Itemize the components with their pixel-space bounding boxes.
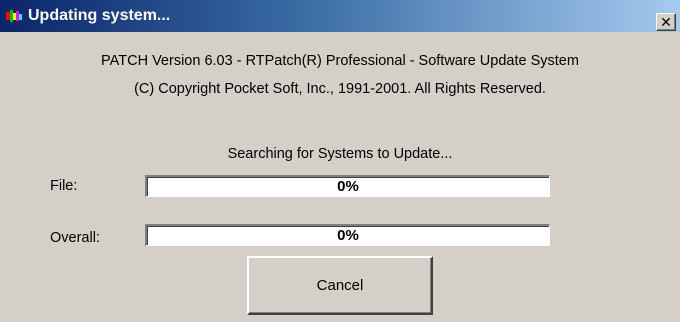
- version-text: PATCH Version 6.03 - RTPatch(R) Professi…: [101, 53, 579, 69]
- overall-progress-bar: 0%: [145, 224, 550, 246]
- file-progress-percent: 0%: [337, 178, 359, 195]
- close-button[interactable]: ✕: [656, 13, 676, 31]
- update-dialog: Updating system... ✕ PATCH Version 6.03 …: [0, 0, 680, 322]
- window-title: Updating system...: [28, 7, 171, 24]
- rtpatch-app-icon: [6, 10, 22, 22]
- file-progress-label: File:: [50, 178, 78, 194]
- copyright-text: (C) Copyright Pocket Soft, Inc., 1991-20…: [134, 81, 546, 97]
- cancel-button[interactable]: Cancel: [247, 256, 433, 315]
- file-progress-bar: 0%: [145, 175, 550, 197]
- close-icon: ✕: [660, 14, 672, 30]
- overall-progress-label: Overall:: [50, 230, 100, 246]
- overall-progress-percent: 0%: [337, 227, 359, 244]
- status-text: Searching for Systems to Update...: [227, 146, 453, 162]
- title-bar[interactable]: Updating system... ✕: [0, 0, 680, 32]
